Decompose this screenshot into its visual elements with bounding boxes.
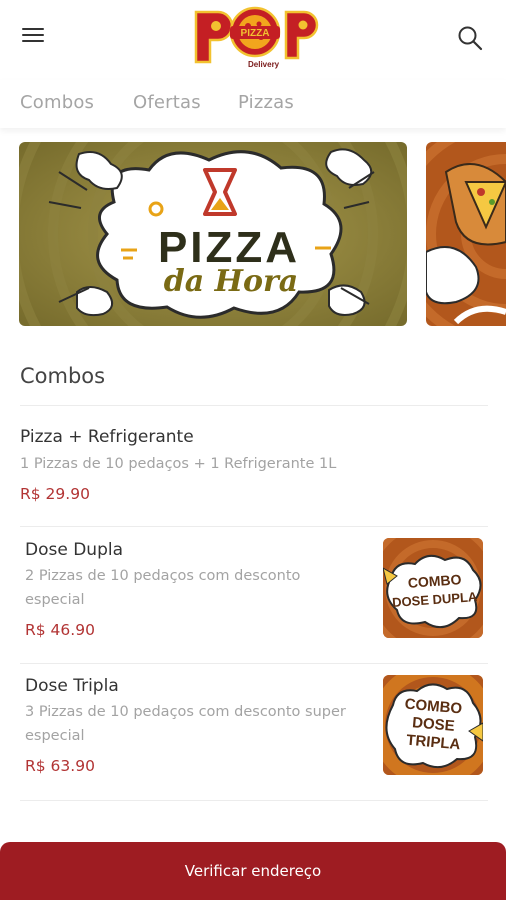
promo-banner-secondary[interactable]	[426, 142, 506, 326]
section-title-combos: Combos	[20, 364, 106, 388]
item-name: Pizza + Refrigerante	[20, 427, 194, 447]
tab-combos[interactable]: Combos	[20, 92, 94, 113]
item-name: Dose Dupla	[25, 540, 124, 560]
item-description: 1 Pizzas de 10 pedaços + 1 Refrigerante …	[20, 456, 337, 472]
item-thumbnail-dose-dupla: COMBO DOSE DUPLA	[383, 538, 483, 638]
brand-logo[interactable]: PIZZA Delivery	[190, 4, 320, 70]
item-price: R$ 46.90	[25, 621, 95, 639]
menu-item-dose-tripla[interactable]: Dose Tripla 3 Pizzas de 10 pedaços com d…	[0, 664, 506, 800]
search-icon[interactable]	[456, 24, 484, 52]
item-thumbnail-dose-tripla: COMBO DOSE TRIPLA	[383, 675, 483, 775]
svg-text:da Hora: da Hora	[164, 264, 298, 299]
verify-address-button[interactable]: Verificar endereço	[0, 842, 506, 900]
item-price: R$ 63.90	[25, 757, 95, 775]
svg-text:PIZZA: PIZZA	[241, 28, 270, 39]
item-description: 2 Pizzas de 10 pedaços com desconto espe…	[25, 568, 301, 608]
app-header: PIZZA Delivery	[0, 0, 506, 72]
item-price: R$ 29.90	[20, 485, 90, 503]
tab-ofertas[interactable]: Ofertas	[133, 92, 201, 113]
hamburger-menu-icon[interactable]	[20, 24, 50, 48]
tab-pizzas[interactable]: Pizzas	[238, 92, 294, 113]
item-name: Dose Tripla	[25, 676, 119, 696]
item-description: 3 Pizzas de 10 pedaços com desconto supe…	[25, 704, 346, 744]
divider	[20, 800, 488, 801]
category-tabs: Combos Ofertas Pizzas	[0, 80, 506, 128]
promo-banner-pizza-da-hora[interactable]: PIZZA da Hora	[19, 142, 407, 326]
menu-item-dose-dupla[interactable]: Dose Dupla 2 Pizzas de 10 pedaços com de…	[0, 527, 506, 663]
menu-item-pizza-refrigerante[interactable]: Pizza + Refrigerante 1 Pizzas de 10 peda…	[0, 406, 506, 526]
svg-text:Delivery: Delivery	[248, 60, 280, 69]
